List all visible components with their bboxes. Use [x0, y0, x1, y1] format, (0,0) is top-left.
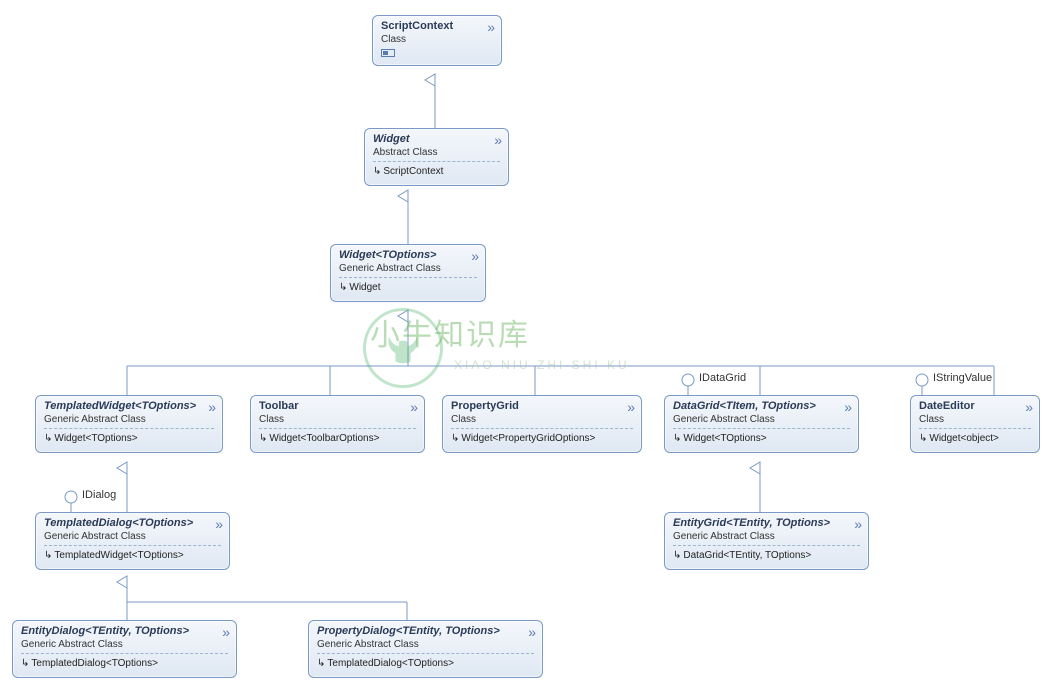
- class-type: Abstract Class: [373, 147, 500, 158]
- interface-label-idatagrid: IDataGrid: [699, 372, 746, 384]
- connectors: [0, 0, 1051, 685]
- chevron-down-icon[interactable]: »: [1025, 400, 1033, 414]
- class-box-datagrid[interactable]: » DataGrid<TItem, TOptions> Generic Abst…: [664, 395, 859, 453]
- class-title: Widget<TOptions>: [339, 249, 477, 261]
- watermark-title: 小牛知识库: [370, 310, 530, 354]
- class-title: Toolbar: [259, 400, 416, 412]
- class-title: Widget: [373, 133, 500, 145]
- class-base: Widget: [349, 282, 380, 293]
- chevron-down-icon[interactable]: »: [471, 249, 479, 263]
- interface-label-idialog: IDialog: [82, 489, 116, 501]
- interface-label-istringvalue: IStringValue: [933, 372, 992, 384]
- class-base: TemplatedDialog<TOptions>: [31, 658, 158, 669]
- class-box-toolbar[interactable]: » Toolbar Class ↳Widget<ToolbarOptions>: [250, 395, 425, 453]
- class-title: DataGrid<TItem, TOptions>: [673, 400, 850, 412]
- chevron-down-icon[interactable]: »: [208, 400, 216, 414]
- class-base: Widget<PropertyGridOptions>: [461, 433, 595, 444]
- class-title: TemplatedWidget<TOptions>: [44, 400, 214, 412]
- class-box-templatedwidget[interactable]: » TemplatedWidget<TOptions> Generic Abst…: [35, 395, 223, 453]
- class-base: Widget<ToolbarOptions>: [269, 433, 379, 444]
- class-title: TemplatedDialog<TOptions>: [44, 517, 221, 529]
- class-box-widget[interactable]: » Widget Abstract Class ↳ScriptContext: [364, 128, 509, 186]
- class-box-templateddialog[interactable]: » TemplatedDialog<TOptions> Generic Abst…: [35, 512, 230, 570]
- chevron-down-icon[interactable]: »: [487, 20, 495, 34]
- class-base: TemplatedDialog<TOptions>: [327, 658, 454, 669]
- chevron-down-icon[interactable]: »: [494, 133, 502, 147]
- class-type: Class: [381, 34, 493, 45]
- class-box-entitydialog[interactable]: » EntityDialog<TEntity, TOptions> Generi…: [12, 620, 237, 678]
- class-title: ScriptContext: [381, 20, 493, 32]
- class-box-entitygrid[interactable]: » EntityGrid<TEntity, TOptions> Generic …: [664, 512, 869, 570]
- class-type: Generic Abstract Class: [317, 639, 534, 650]
- chevron-down-icon[interactable]: »: [844, 400, 852, 414]
- watermark-subtitle: XIAO NIU ZHI SHI KU: [454, 358, 630, 372]
- chevron-down-icon[interactable]: »: [627, 400, 635, 414]
- watermark-circle: [363, 308, 443, 388]
- chevron-down-icon[interactable]: »: [222, 625, 230, 639]
- class-base: ScriptContext: [383, 166, 443, 177]
- class-title: EntityGrid<TEntity, TOptions>: [673, 517, 860, 529]
- class-base: Widget<object>: [929, 433, 999, 444]
- class-type: Class: [451, 414, 633, 425]
- class-title: PropertyGrid: [451, 400, 633, 412]
- chevron-down-icon[interactable]: »: [854, 517, 862, 531]
- class-box-scriptcontext[interactable]: » ScriptContext Class: [372, 15, 502, 66]
- class-type: Generic Abstract Class: [339, 263, 477, 274]
- class-base: DataGrid<TEntity, TOptions>: [683, 550, 811, 561]
- class-type: Class: [919, 414, 1031, 425]
- class-box-propertydialog[interactable]: » PropertyDialog<TEntity, TOptions> Gene…: [308, 620, 543, 678]
- chevron-down-icon[interactable]: »: [215, 517, 223, 531]
- class-title: EntityDialog<TEntity, TOptions>: [21, 625, 228, 637]
- class-type: Generic Abstract Class: [44, 531, 221, 542]
- class-title: DateEditor: [919, 400, 1031, 412]
- class-title: PropertyDialog<TEntity, TOptions>: [317, 625, 534, 637]
- class-box-dateeditor[interactable]: » DateEditor Class ↳Widget<object>: [910, 395, 1040, 453]
- class-base: Widget<TOptions>: [54, 433, 137, 444]
- class-type: Generic Abstract Class: [44, 414, 214, 425]
- class-base: Widget<TOptions>: [683, 433, 766, 444]
- class-box-widget-toptions[interactable]: » Widget<TOptions> Generic Abstract Clas…: [330, 244, 486, 302]
- chevron-down-icon[interactable]: »: [528, 625, 536, 639]
- tag-icon: [381, 49, 395, 57]
- chevron-down-icon[interactable]: »: [410, 400, 418, 414]
- class-type: Generic Abstract Class: [673, 414, 850, 425]
- class-type: Class: [259, 414, 416, 425]
- watermark-icon: [382, 328, 424, 370]
- class-type: Generic Abstract Class: [21, 639, 228, 650]
- class-base: TemplatedWidget<TOptions>: [54, 550, 183, 561]
- class-box-propertygrid[interactable]: » PropertyGrid Class ↳Widget<PropertyGri…: [442, 395, 642, 453]
- class-type: Generic Abstract Class: [673, 531, 860, 542]
